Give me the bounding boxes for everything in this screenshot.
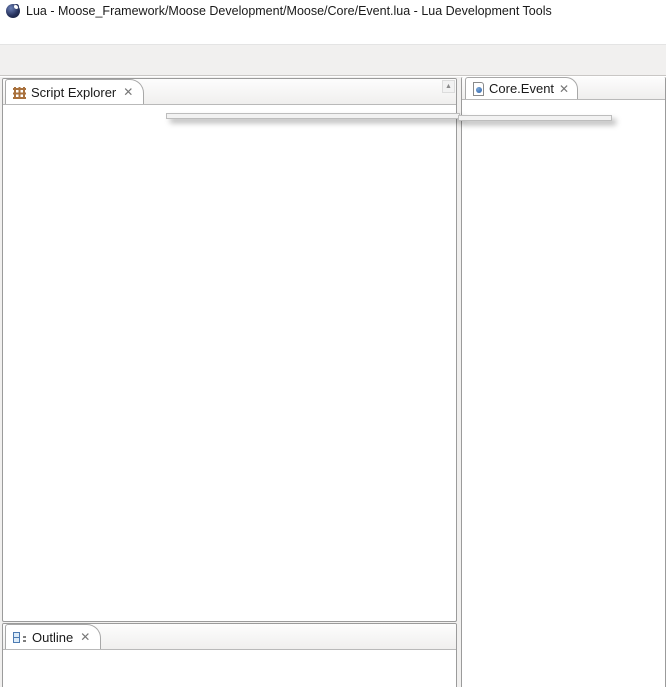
- editor-tab-bar: Core.Event ✕: [462, 77, 665, 100]
- workbench: Script Explorer ✕ ▲ Outline ✕: [0, 77, 666, 687]
- script-explorer-icon: [13, 87, 26, 99]
- menu-bar: [0, 22, 666, 45]
- app-icon: [6, 4, 20, 18]
- lua-file-icon: [473, 82, 484, 96]
- outline-header: Outline ✕: [3, 624, 456, 650]
- window-title: Lua - Moose_Framework/Moose Development/…: [26, 4, 552, 18]
- tab-core-event[interactable]: Core.Event ✕: [465, 77, 578, 99]
- editor-panel: Core.Event ✕: [461, 77, 666, 687]
- tab-outline[interactable]: Outline ✕: [5, 624, 101, 649]
- main-toolbar: [0, 45, 666, 76]
- close-icon[interactable]: ✕: [559, 82, 569, 96]
- script-explorer-header: Script Explorer ✕: [3, 79, 456, 105]
- tab-script-explorer[interactable]: Script Explorer ✕: [5, 79, 144, 104]
- code-editor[interactable]: [462, 100, 665, 687]
- ide-window: Lua - Moose_Framework/Moose Development/…: [0, 0, 666, 687]
- tab-label: Script Explorer: [31, 85, 116, 100]
- scrollbar-up-icon[interactable]: ▲: [442, 80, 455, 93]
- tab-label: Outline: [32, 630, 73, 645]
- outline-panel: Outline ✕: [2, 623, 457, 687]
- new-submenu: [458, 115, 612, 121]
- context-menu: [166, 113, 460, 119]
- script-explorer-panel: Script Explorer ✕ ▲: [2, 78, 457, 622]
- close-icon[interactable]: ✕: [123, 85, 133, 99]
- outline-icon: [13, 631, 27, 643]
- title-bar: Lua - Moose_Framework/Moose Development/…: [0, 0, 666, 22]
- tab-label: Core.Event: [489, 81, 554, 96]
- close-icon[interactable]: ✕: [80, 630, 90, 644]
